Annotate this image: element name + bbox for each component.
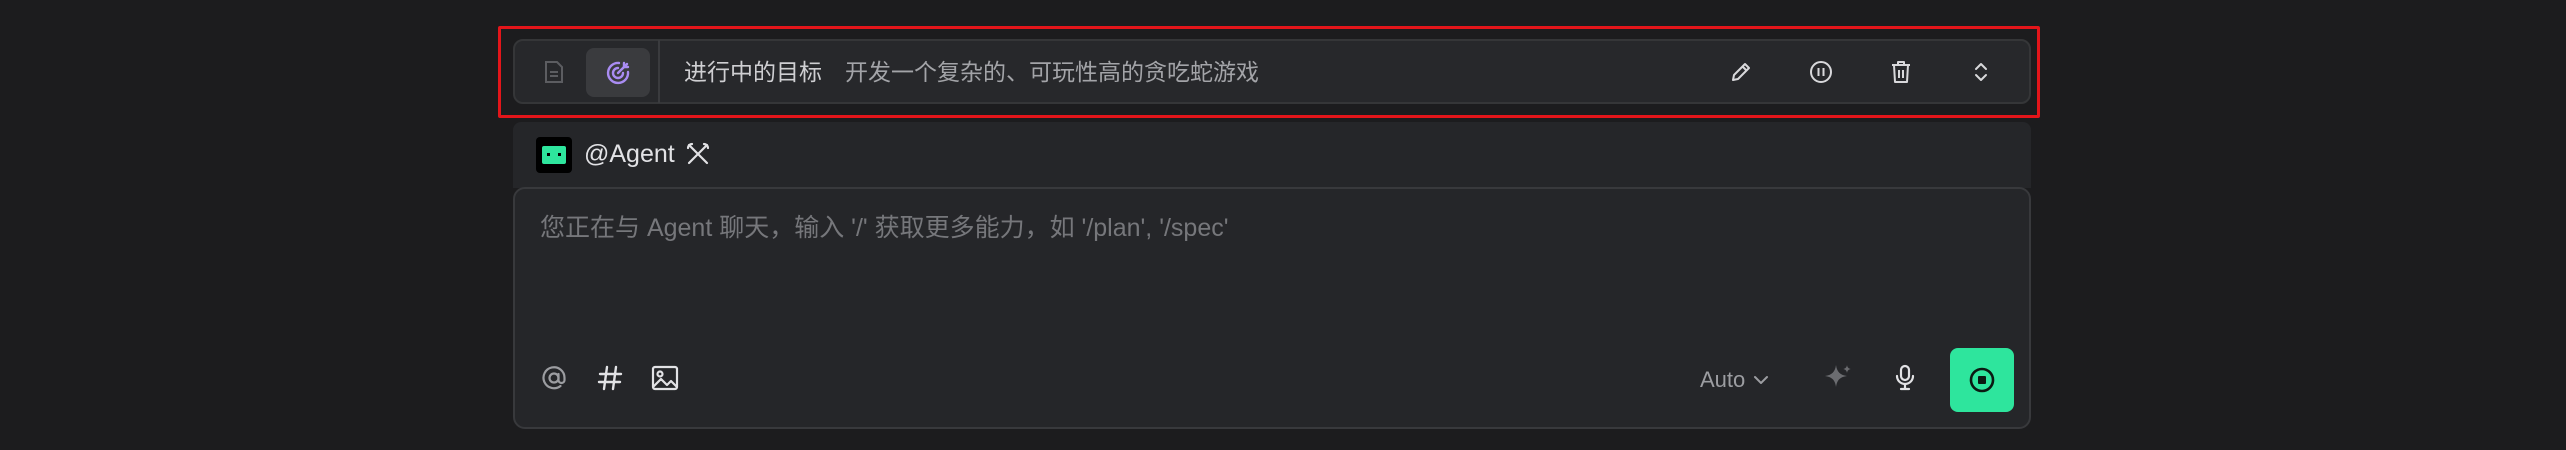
microphone-icon[interactable] [1887,360,1923,396]
expand-collapse-icon[interactable] [1961,52,2001,92]
chat-input[interactable]: 您正在与 Agent 聊天，输入 '/' 获取更多能力，如 '/plan', '… [540,212,1229,244]
delete-trash-icon[interactable] [1881,52,1921,92]
goal-title: 进行中的目标 [684,59,822,85]
goal-bar-divider [658,40,660,103]
stop-icon [1968,366,1996,394]
agent-avatar-icon [536,137,572,173]
stop-button[interactable] [1950,348,2014,412]
mention-at-icon[interactable] [536,360,572,396]
document-icon[interactable] [529,50,579,94]
chevron-down-icon [1753,374,1769,386]
model-select[interactable]: Auto [1700,362,1769,398]
pause-icon[interactable] [1801,52,1841,92]
tools-icon[interactable] [684,140,712,168]
agent-name[interactable]: @Agent [584,138,675,170]
model-label: Auto [1700,367,1746,392]
goal-text: 开发一个复杂的、可玩性高的贪吃蛇游戏 [845,59,1259,85]
agent-row [513,122,2031,188]
image-icon[interactable] [647,360,683,396]
target-icon[interactable] [586,48,650,97]
sparkle-icon[interactable] [1820,360,1856,396]
edit-pencil-icon[interactable] [1721,52,1761,92]
hashtag-icon[interactable] [592,360,628,396]
